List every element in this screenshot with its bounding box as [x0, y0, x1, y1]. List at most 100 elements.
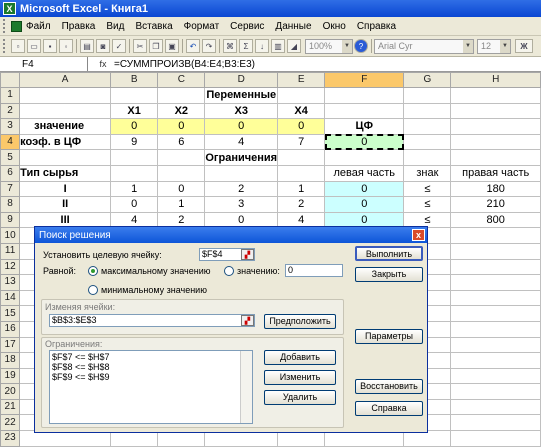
list-item[interactable]: $F$9 <= $H$9	[52, 372, 250, 382]
cell-c3[interactable]: 0	[157, 118, 206, 135]
cell-e6[interactable]	[277, 164, 326, 182]
cell-f6[interactable]: левая часть	[324, 164, 405, 182]
menu-data[interactable]: Данные	[275, 21, 311, 32]
sort-ascending-icon[interactable]: ↓	[255, 39, 269, 53]
zoom-select[interactable]: 100% ▼	[305, 38, 353, 54]
cell-c7[interactable]: 0	[157, 180, 206, 198]
min-radio[interactable]	[88, 285, 98, 295]
undo-icon[interactable]: ↶	[186, 39, 200, 53]
cell-h3[interactable]	[450, 118, 541, 135]
value-of-radio[interactable]	[224, 266, 234, 276]
row-header-14[interactable]: 14	[0, 289, 21, 307]
cell-f7[interactable]: 0	[324, 180, 405, 198]
cell-h1[interactable]	[450, 87, 541, 104]
listbox-scrollbar[interactable]	[240, 351, 252, 423]
help-button[interactable]: Справка	[355, 401, 423, 416]
cell-f4[interactable]: 0	[324, 133, 405, 151]
cell-g7[interactable]: ≤	[403, 180, 452, 198]
row-header-5[interactable]: 5	[0, 149, 21, 166]
cell-h22[interactable]	[450, 414, 541, 432]
row-header-18[interactable]: 18	[0, 352, 21, 369]
cell-d1[interactable]: Переменные	[204, 87, 279, 104]
cell-h11[interactable]	[450, 242, 541, 260]
row-header-11[interactable]: 11	[0, 242, 21, 260]
cell-b5[interactable]	[110, 149, 159, 166]
cell-h12[interactable]	[450, 258, 541, 276]
select-all-corner[interactable]	[0, 72, 21, 88]
cell-h17[interactable]	[450, 336, 541, 354]
cell-h21[interactable]	[450, 398, 541, 416]
cell-h8[interactable]: 210	[450, 196, 541, 213]
row-header-15[interactable]: 15	[0, 305, 21, 322]
cell-d4[interactable]: 4	[204, 133, 279, 151]
menu-window[interactable]: Окно	[323, 21, 346, 32]
cell-b8[interactable]: 0	[110, 196, 159, 213]
copy-icon[interactable]: ❐	[149, 39, 163, 53]
cell-d3[interactable]: 0	[204, 118, 279, 135]
row-header-10[interactable]: 10	[0, 227, 21, 244]
print-preview-icon[interactable]: ◙	[96, 39, 110, 53]
cell-e5[interactable]	[277, 149, 326, 166]
cell-h13[interactable]	[450, 274, 541, 291]
row-header-4[interactable]: 4	[0, 133, 21, 151]
row-header-3[interactable]: 3	[0, 118, 21, 135]
row-header-7[interactable]: 7	[0, 180, 21, 198]
chart-wizard-icon[interactable]: ▥	[271, 39, 285, 53]
cell-h18[interactable]	[450, 352, 541, 369]
cell-h15[interactable]	[450, 305, 541, 322]
row-header-12[interactable]: 12	[0, 258, 21, 276]
row-header-20[interactable]: 20	[0, 383, 21, 400]
cell-e2[interactable]: X4	[277, 102, 326, 120]
drawing-icon[interactable]: ◢	[287, 39, 301, 53]
name-box[interactable]: F4	[0, 57, 88, 71]
list-item[interactable]: $F$8 <= $H$8	[52, 362, 250, 372]
fx-icon[interactable]: fx	[96, 59, 110, 69]
row-header-13[interactable]: 13	[0, 274, 21, 291]
cell-d7[interactable]: 2	[204, 180, 279, 198]
help-icon[interactable]: ?	[354, 39, 368, 53]
font-name-select[interactable]: Arial Cyr ▼	[374, 38, 474, 54]
add-button[interactable]: Добавить	[264, 350, 336, 365]
cell-g2[interactable]	[403, 102, 452, 120]
cell-c2[interactable]: X2	[157, 102, 206, 120]
cell-h6[interactable]: правая часть	[450, 164, 541, 182]
value-of-input[interactable]: 0	[285, 264, 343, 277]
cell-h10[interactable]	[450, 227, 541, 244]
cell-c5[interactable]	[157, 149, 206, 166]
cell-g3[interactable]	[403, 118, 452, 135]
cell-a1[interactable]	[19, 87, 112, 104]
menu-tools[interactable]: Сервис	[230, 21, 264, 32]
autosum-icon[interactable]: Σ	[239, 39, 253, 53]
options-button[interactable]: Параметры	[355, 329, 423, 344]
cell-g1[interactable]	[403, 87, 452, 104]
cell-h2[interactable]	[450, 102, 541, 120]
cut-icon[interactable]: ✂	[133, 39, 147, 53]
change-button[interactable]: Изменить	[264, 370, 336, 385]
cell-b1[interactable]	[110, 87, 159, 104]
row-header-2[interactable]: 2	[0, 102, 21, 120]
delete-button[interactable]: Удалить	[264, 390, 336, 405]
cell-f1[interactable]	[324, 87, 405, 104]
cell-a5[interactable]	[19, 149, 112, 166]
row-header-8[interactable]: 8	[0, 196, 21, 213]
column-header-a[interactable]: A	[19, 72, 112, 88]
font-size-select[interactable]: 12 ▼	[477, 38, 511, 54]
cell-d5[interactable]: Ограничения	[204, 149, 279, 166]
row-header-23[interactable]: 23	[0, 430, 21, 447]
cell-h9[interactable]: 800	[450, 211, 541, 229]
row-header-17[interactable]: 17	[0, 336, 21, 354]
workbook-icon[interactable]	[11, 20, 22, 32]
list-item[interactable]: $F$7 <= $H$7	[52, 352, 250, 362]
cell-f3[interactable]: ЦФ	[324, 118, 405, 135]
cell-a7[interactable]: I	[19, 180, 112, 198]
cell-b6[interactable]	[110, 164, 159, 182]
row-header-21[interactable]: 21	[0, 398, 21, 416]
cell-c8[interactable]: 1	[157, 196, 206, 213]
permission-icon[interactable]: ◦	[59, 39, 73, 53]
row-header-6[interactable]: 6	[0, 164, 21, 182]
menu-file[interactable]: Файл	[26, 21, 51, 32]
solve-button[interactable]: Выполнить	[355, 246, 423, 261]
print-icon[interactable]: ▤	[80, 39, 94, 53]
hyperlink-icon[interactable]: ⌘	[223, 39, 237, 53]
menu-help[interactable]: Справка	[357, 21, 396, 32]
